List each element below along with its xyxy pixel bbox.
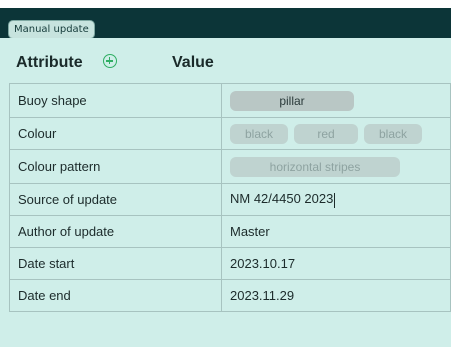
attribute-name: Date end xyxy=(9,279,222,312)
value-column-header: Value xyxy=(172,54,214,71)
add-attribute-icon[interactable] xyxy=(103,54,117,68)
date-end-value[interactable]: 2023.11.29 xyxy=(221,279,451,312)
table-row: Author of update Master xyxy=(9,215,451,248)
attribute-table: Buoy shape pillar Colour black red black C… xyxy=(9,83,451,312)
table-row: Date start 2023.10.17 xyxy=(9,247,451,280)
attribute-value: black red black xyxy=(221,117,451,150)
author-of-update-value[interactable]: Master xyxy=(221,215,451,248)
text-caret xyxy=(334,192,336,208)
attribute-name: Date start xyxy=(9,247,222,280)
table-row: Date end 2023.11.29 xyxy=(9,279,451,312)
table-row: Buoy shape pillar xyxy=(9,83,451,118)
colour-chip[interactable]: black xyxy=(364,123,422,144)
attribute-name: Colour pattern xyxy=(9,149,222,184)
table-row: Source of update NM 42/4450 2023 xyxy=(9,183,451,216)
colour-pattern-chip[interactable]: horizontal stripes xyxy=(230,156,400,177)
attribute-name: Buoy shape xyxy=(9,83,222,118)
source-of-update-value[interactable]: NM 42/4450 2023 xyxy=(230,191,333,206)
table-row: Colour pattern horizontal stripes xyxy=(9,149,451,184)
attribute-value: pillar xyxy=(221,83,451,118)
attribute-column-header: Attribute xyxy=(16,54,83,71)
date-start-value[interactable]: 2023.10.17 xyxy=(221,247,451,280)
table-row: Colour black red black xyxy=(9,117,451,150)
buoy-shape-chip[interactable]: pillar xyxy=(230,90,354,111)
attribute-name: Colour xyxy=(9,117,222,150)
colour-chip[interactable]: red xyxy=(294,123,358,144)
source-of-update-field[interactable]: NM 42/4450 2023 xyxy=(221,183,451,216)
colour-chip[interactable]: black xyxy=(230,123,288,144)
attribute-name: Source of update xyxy=(9,183,222,216)
attribute-value: horizontal stripes xyxy=(221,149,451,184)
attribute-header: Attribute Value xyxy=(0,38,451,71)
attribute-name: Author of update xyxy=(9,215,222,248)
manual-update-tab[interactable]: Manual update xyxy=(8,20,95,39)
